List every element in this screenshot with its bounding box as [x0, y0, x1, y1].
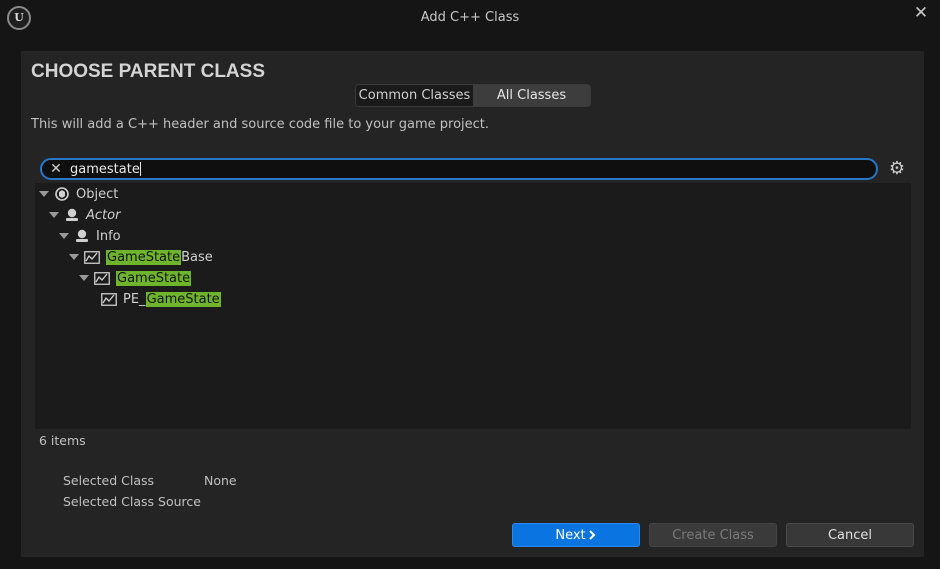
tree-item-actor[interactable]: Actor: [49, 205, 120, 225]
expand-arrow-icon[interactable]: [79, 275, 89, 281]
gear-icon[interactable]: ⚙: [887, 159, 907, 179]
expand-arrow-icon[interactable]: [69, 254, 79, 260]
create-class-button[interactable]: Create Class: [649, 523, 777, 547]
close-icon[interactable]: ✕: [912, 4, 930, 22]
chevron-right-icon: [588, 530, 596, 540]
tree-item-pe-gamestate[interactable]: PE_ GameState: [101, 289, 221, 309]
class-scope-toggle: Common Classes All Classes: [355, 84, 591, 107]
clear-search-icon[interactable]: ✕: [44, 160, 68, 178]
search-value: gamestate: [70, 161, 140, 177]
tree-item-label: Info: [96, 228, 121, 244]
tree-item-object[interactable]: Object: [39, 184, 118, 204]
object-icon: [54, 187, 70, 201]
tree-item-gamestatebase[interactable]: GameState Base: [69, 247, 213, 267]
dialog-panel: CHOOSE PARENT CLASS Common Classes All C…: [21, 51, 924, 557]
search-match-highlight: GameState: [145, 291, 221, 307]
tree-item-label: PE_: [123, 291, 146, 307]
expand-arrow-icon[interactable]: [59, 233, 69, 239]
title-bar: U Add C++ Class ✕: [0, 0, 940, 36]
actor-icon: [64, 208, 80, 222]
search-match-highlight: GameState: [116, 270, 192, 286]
item-count: 6 items: [39, 433, 86, 448]
page-title: CHOOSE PARENT CLASS: [31, 61, 266, 82]
tree-item-gamestate[interactable]: GameState: [79, 268, 192, 288]
class-graph-icon: [84, 250, 100, 264]
selected-class-source-label: Selected Class Source: [63, 494, 201, 509]
cancel-button[interactable]: Cancel: [786, 523, 914, 547]
text-caret: [139, 162, 141, 176]
window-title: Add C++ Class: [420, 10, 520, 25]
search-input[interactable]: gamestate: [68, 162, 141, 177]
selected-class-label: Selected Class: [63, 473, 155, 488]
class-graph-icon: [94, 271, 110, 285]
tab-common-classes[interactable]: Common Classes: [356, 85, 473, 106]
tree-item-label: Actor: [86, 207, 121, 223]
expand-arrow-icon[interactable]: [49, 212, 59, 218]
search-match-highlight: GameState: [106, 249, 182, 265]
description-text: This will add a C++ header and source co…: [31, 117, 490, 132]
tree-item-label: Base: [181, 249, 213, 265]
search-box: ✕ gamestate: [40, 158, 878, 180]
tree-item-label: Object: [76, 186, 119, 202]
expand-arrow-icon[interactable]: [39, 191, 49, 197]
selected-class-value: None: [204, 473, 237, 488]
tab-all-classes[interactable]: All Classes: [473, 85, 590, 106]
tree-item-info[interactable]: Info: [59, 226, 121, 246]
class-tree: Object Actor Info GameState Base GameSta…: [35, 183, 911, 429]
class-graph-icon: [101, 292, 117, 306]
next-button[interactable]: Next: [512, 523, 640, 547]
actor-icon: [74, 229, 90, 243]
next-label: Next: [555, 527, 586, 543]
